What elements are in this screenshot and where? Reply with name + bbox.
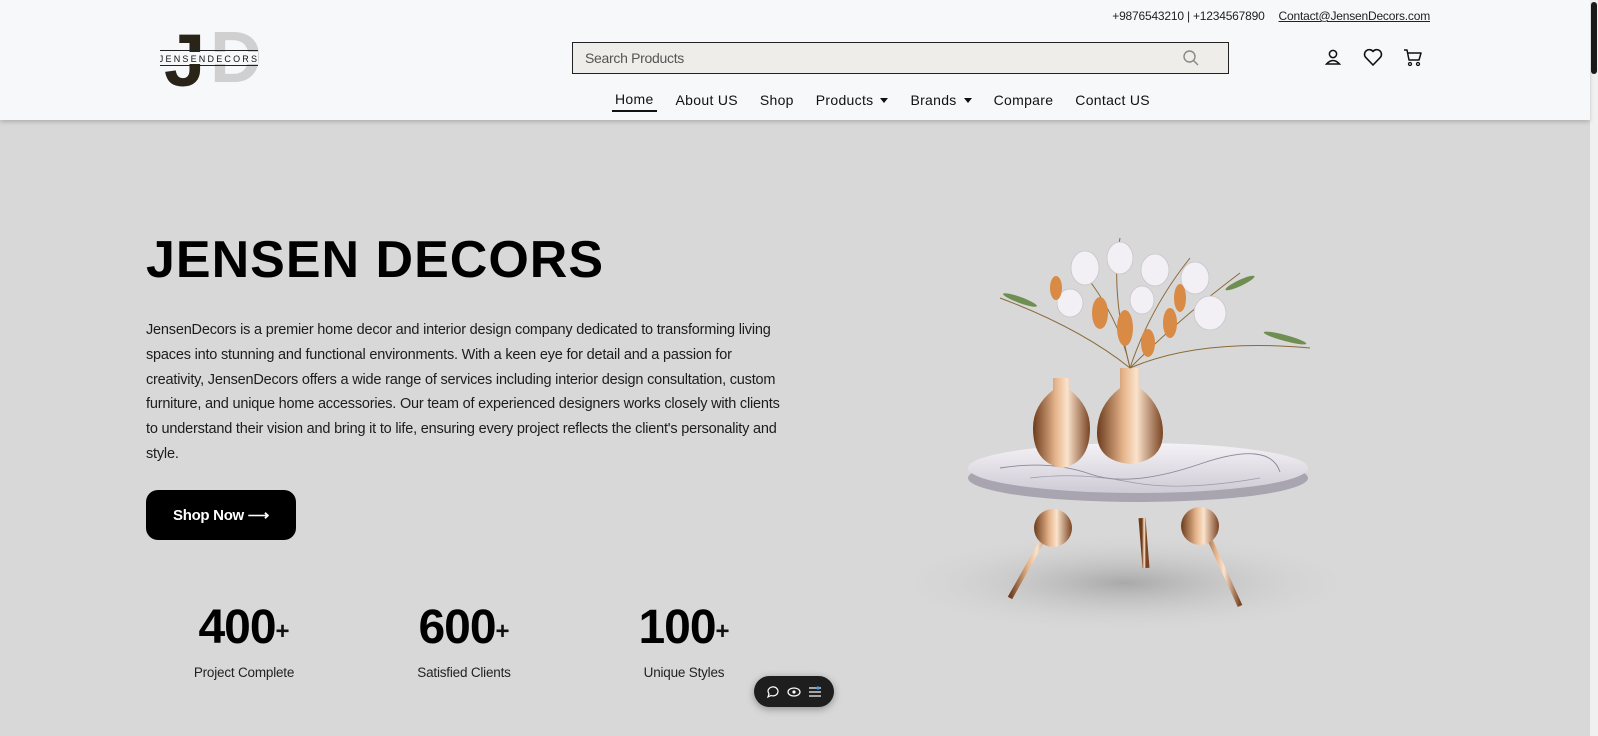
phone-numbers: +9876543210 | +1234567890 xyxy=(1112,9,1265,23)
caret-down-icon xyxy=(880,97,889,103)
stat-suffix: + xyxy=(715,618,730,645)
nav-label: Products xyxy=(815,92,874,108)
page-scrollbar[interactable] xyxy=(1590,0,1598,736)
cart-icon[interactable] xyxy=(1402,46,1424,68)
nav-label: Home xyxy=(615,91,654,107)
stat-label: Satisfied Clients xyxy=(417,665,511,680)
nav-home[interactable]: Home xyxy=(612,88,657,112)
search-input[interactable] xyxy=(585,50,1182,66)
nav-contact-us[interactable]: Contact US xyxy=(1064,88,1161,112)
nav-label: Shop xyxy=(759,92,794,108)
settings-list-icon[interactable] xyxy=(808,685,822,699)
stat-label: Project Complete xyxy=(193,665,295,680)
search-bar[interactable] xyxy=(572,42,1229,74)
search-icon[interactable] xyxy=(1182,49,1200,67)
stat-label: Unique Styles xyxy=(643,665,725,680)
svg-text:JENSENDECORS: JENSENDECORS xyxy=(160,54,259,64)
nav-label: Brands xyxy=(910,92,957,108)
stat-value: 400 xyxy=(198,601,276,654)
decor-table-image xyxy=(885,237,1365,635)
site-header: D J JENSENDECORS +9876543210 | +12345678… xyxy=(0,0,1590,120)
jensendecors-logo[interactable]: D J JENSENDECORS xyxy=(160,20,260,96)
main-nav: Home About US Shop Products Brands Compa… xyxy=(612,88,1161,112)
stat-styles: 100+ Unique Styles xyxy=(594,600,774,680)
shop-now-button[interactable]: Shop Now ⟶ xyxy=(146,490,296,540)
caret-down-icon xyxy=(963,97,972,103)
stat-suffix: + xyxy=(495,618,510,645)
hero-description: JensenDecors is a premier home decor and… xyxy=(146,322,780,462)
nav-shop[interactable]: Shop xyxy=(749,88,805,112)
scrollbar-thumb[interactable] xyxy=(1591,2,1597,74)
nav-compare[interactable]: Compare xyxy=(983,88,1065,112)
heart-icon[interactable] xyxy=(1362,46,1384,68)
nav-label: About US xyxy=(675,92,738,108)
nav-about-us[interactable]: About US xyxy=(665,88,749,112)
stat-value: 600 xyxy=(418,601,496,654)
stat-suffix: + xyxy=(275,618,290,645)
email-link[interactable]: Contact@JensenDecors.com xyxy=(1279,9,1431,23)
nav-label: Contact US xyxy=(1075,92,1150,108)
hero-title: JENSEN DECORS xyxy=(146,231,604,289)
nav-brands[interactable]: Brands xyxy=(899,88,982,112)
header-icons xyxy=(1322,46,1424,68)
comment-icon[interactable] xyxy=(766,685,780,699)
nav-label: Compare xyxy=(993,92,1054,108)
floating-toolbar xyxy=(754,676,834,707)
user-icon[interactable] xyxy=(1322,46,1344,68)
stat-value: 100 xyxy=(638,601,716,654)
stat-clients: 600+ Satisfied Clients xyxy=(374,600,554,680)
eye-icon[interactable] xyxy=(787,685,801,699)
contact-topbar: +9876543210 | +1234567890 Contact@Jensen… xyxy=(1112,9,1430,23)
stat-projects: 400+ Project Complete xyxy=(154,600,334,680)
nav-products[interactable]: Products xyxy=(805,88,900,112)
